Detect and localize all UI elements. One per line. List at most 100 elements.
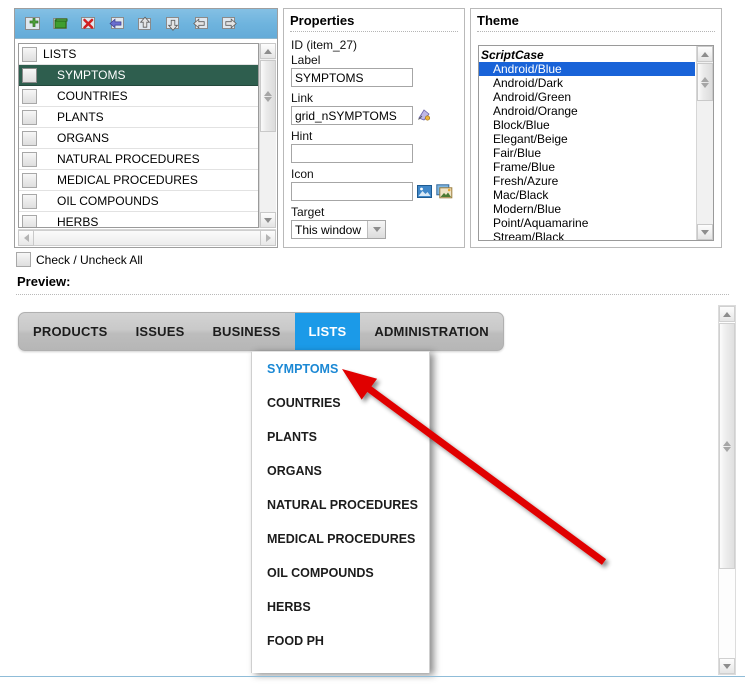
tree-item-checkbox[interactable] [22,151,37,167]
preview-scroll-down-arrow[interactable] [719,658,735,674]
tree-item-natural-procedures[interactable]: NATURAL PROCEDURES [19,149,258,170]
move-right-button[interactable] [216,12,242,36]
add-folder-button[interactable] [48,12,74,36]
tree-item-medical-procedures[interactable]: MEDICAL PROCEDURES [19,170,258,191]
theme-item-scriptcase[interactable]: ScriptCase [479,48,695,62]
move-left-button[interactable] [188,12,214,36]
tree-item-countries[interactable]: COUNTRIES [19,86,258,107]
tree-item-checkbox[interactable] [22,172,37,188]
add-item-button[interactable] [20,12,46,36]
delete-item-button[interactable] [76,12,102,36]
dropdown-item-plants[interactable]: PLANTS [252,420,429,454]
menu-items-list[interactable]: LISTS SYMPTOMS COUNTRIES PLANTS ORGANS NATURA… [18,43,259,228]
scroll-up-arrow[interactable] [260,43,276,59]
menu-tab-lists[interactable]: LISTS [294,313,361,350]
tree-item-checkbox[interactable] [22,214,37,227]
dropdown-item-food-ph[interactable]: FOOD PH [252,624,429,658]
theme-item-modern-blue[interactable]: Modern/Blue [479,202,695,216]
theme-vertical-scrollbar[interactable] [696,46,713,240]
scroll-left-arrow[interactable] [18,230,34,246]
scroll-right-arrow[interactable] [260,230,276,246]
menu-tab-products[interactable]: PRODUCTS [19,313,122,350]
tree-vertical-scrollbar[interactable] [259,43,276,228]
tree-item-checkbox[interactable] [22,67,37,83]
theme-item-elegant-beige[interactable]: Elegant/Beige [479,132,695,146]
properties-title: Properties [290,13,355,28]
choose-image-icon[interactable] [416,183,433,200]
move-up-button[interactable] [132,12,158,36]
tree-item-label: HERBS [57,215,99,228]
theme-item-stream-black[interactable]: Stream/Black [479,230,695,240]
tree-item-organs[interactable]: ORGANS [19,128,258,149]
dropdown-item-oil-compounds[interactable]: OIL COMPOUNDS [252,556,429,590]
dropdown-item-medical-procedures[interactable]: MEDICAL PROCEDURES [252,522,429,556]
theme-item-point-aquamarine[interactable]: Point/Aquamarine [479,216,695,230]
properties-divider [290,31,458,32]
preview-divider [16,294,729,295]
tree-item-checkbox[interactable] [22,130,37,146]
dropdown-item-organs[interactable]: ORGANS [252,454,429,488]
lists-dropdown-menu: SYMPTOMS COUNTRIES PLANTS ORGANS NATURAL PRO… [251,351,430,673]
link-row [284,106,464,125]
preview-scroll-up-arrow[interactable] [719,306,735,322]
icon-input[interactable] [291,182,413,201]
move-down-button[interactable] [160,12,186,36]
check-uncheck-all[interactable]: Check / Uncheck All [16,252,143,267]
target-select[interactable]: This window [291,220,386,239]
label-field-label: Label [291,53,321,67]
menu-tab-business[interactable]: BUSINESS [198,313,294,350]
scroll-thumb[interactable] [260,60,276,132]
theme-item-android-green[interactable]: Android/Green [479,90,695,104]
image-gallery-icon[interactable] [436,183,453,200]
target-field-label: Target [291,205,325,219]
tree-item-checkbox[interactable] [22,109,37,125]
preview-vertical-scrollbar[interactable] [718,305,736,675]
theme-item-fair-blue[interactable]: Fair/Blue [479,146,695,160]
chevron-down-icon[interactable] [367,221,385,238]
menu-items-panel: LISTS SYMPTOMS COUNTRIES PLANTS ORGANS NATURA… [14,8,278,248]
theme-item-android-orange[interactable]: Android/Orange [479,104,695,118]
bottom-rule [0,676,745,677]
label-input[interactable] [291,68,413,87]
hint-field-label: Hint [291,129,313,143]
icon-field-label: Icon [291,167,314,181]
scroll-down-arrow[interactable] [260,212,276,228]
menu-tab-administration[interactable]: ADMINISTRATION [360,313,503,350]
move-nest-button[interactable] [104,12,130,36]
link-input[interactable] [291,106,413,125]
theme-item-block-blue[interactable]: Block/Blue [479,118,695,132]
theme-item-android-dark[interactable]: Android/Dark [479,76,695,90]
link-picker-icon[interactable] [416,107,433,124]
hint-input[interactable] [291,144,413,163]
tree-item-oil-compounds[interactable]: OIL COMPOUNDS [19,191,258,212]
tree-horizontal-scrollbar[interactable] [18,229,276,246]
theme-scroll-thumb[interactable] [697,63,713,101]
theme-item-fresh-azure[interactable]: Fresh/Azure [479,174,695,188]
dropdown-item-symptoms[interactable]: SYMPTOMS [252,352,429,386]
tree-item-label: COUNTRIES [57,89,128,103]
preview-scroll-thumb[interactable] [719,323,735,569]
tree-item-label: MEDICAL PROCEDURES [57,173,198,187]
theme-scroll-up-arrow[interactable] [697,46,713,62]
check-all-checkbox[interactable] [16,252,31,267]
tree-item-lists[interactable]: LISTS [19,44,258,65]
tree-body: LISTS SYMPTOMS COUNTRIES PLANTS ORGANS NATURA… [15,40,277,247]
tree-item-checkbox[interactable] [22,193,37,209]
tree-item-checkbox[interactable] [22,46,37,62]
dropdown-item-natural-procedures[interactable]: NATURAL PROCEDURES [252,488,429,522]
hscroll-track[interactable] [34,230,260,246]
dropdown-item-herbs[interactable]: HERBS [252,590,429,624]
tree-item-plants[interactable]: PLANTS [19,107,258,128]
tree-item-symptoms[interactable]: SYMPTOMS [19,65,258,86]
tree-item-herbs[interactable]: HERBS [19,212,258,228]
tree-item-label: PLANTS [57,110,104,124]
theme-item-android-blue[interactable]: Android/Blue [479,62,695,76]
theme-item-mac-black[interactable]: Mac/Black [479,188,695,202]
tree-item-checkbox[interactable] [22,88,37,104]
theme-item-frame-blue[interactable]: Frame/Blue [479,160,695,174]
check-all-label: Check / Uncheck All [36,252,143,267]
dropdown-item-countries[interactable]: COUNTRIES [252,386,429,420]
theme-list[interactable]: ScriptCase Android/Blue Android/Dark Androi… [478,45,714,241]
menu-tab-issues[interactable]: ISSUES [122,313,199,350]
theme-scroll-down-arrow[interactable] [697,224,713,240]
